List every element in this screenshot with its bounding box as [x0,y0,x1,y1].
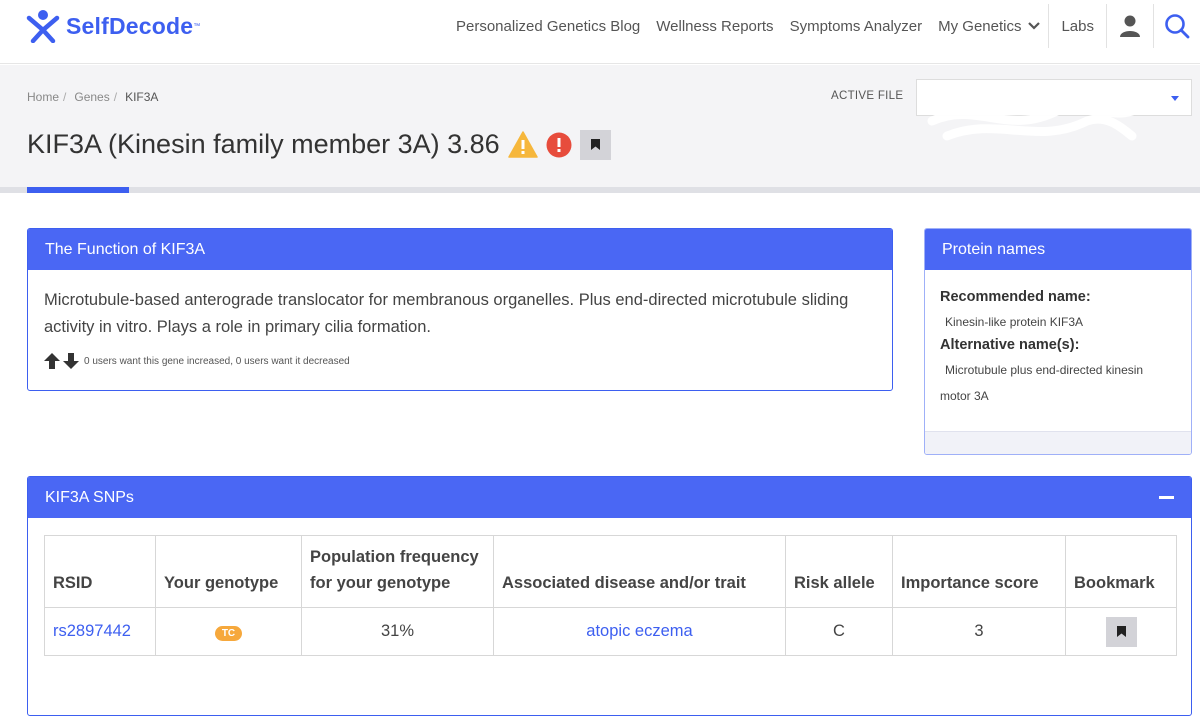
nav-my-genetics-label: My Genetics [938,17,1022,35]
selfdecode-logo[interactable]: SelfDecode ™ [26,8,200,44]
warning-icon[interactable] [507,131,538,158]
risk-allele-cell: C [785,607,893,656]
active-tab-indicator[interactable] [27,187,129,193]
alternative-name-label: Alternative name(s): [940,337,1080,353]
arrow-up-icon[interactable] [43,353,61,369]
breadcrumb-current: KIF3A [125,90,159,104]
snp-card: KIF3A SNPs RSID Your genotype Population… [27,476,1192,716]
genotype-cell: TC [155,607,302,656]
redaction-scribble [922,86,1152,141]
trait-link[interactable]: atopic eczema [586,622,692,640]
protein-card-title: Protein names [925,229,1191,270]
nav-blog[interactable]: Personalized Genetics Blog [448,0,648,52]
breadcrumb-home[interactable]: Home [27,90,59,104]
tab-strip [0,187,1200,193]
frequency-cell: 31% [301,607,494,656]
snp-table: RSID Your genotype Population frequency … [44,535,1177,656]
page-title: KIF3A (Kinesin family member 3A) 3.86 [27,129,500,159]
table-row: rs2897442 TC 31% atopic eczema C 3 [44,607,1177,656]
col-risk-allele[interactable]: Risk allele [785,535,893,608]
nav-labs[interactable]: Labs [1049,0,1106,52]
snp-card-title: KIF3A SNPs [45,488,134,506]
function-card-title: The Function of KIF3A [28,229,892,270]
logo-figure-icon [26,10,60,43]
col-importance-score[interactable]: Importance score [892,535,1066,608]
user-button[interactable] [1107,0,1153,52]
arrow-down-icon[interactable] [62,353,80,369]
top-navbar: SelfDecode ™ Personalized Genetics Blog W… [0,0,1200,64]
nav-my-genetics[interactable]: My Genetics [930,0,1048,52]
genotype-badge: TC [214,626,243,641]
breadcrumb-separator: / [63,90,67,104]
page-title-row: KIF3A (Kinesin family member 3A) 3.86 [27,129,611,160]
trademark: ™ [193,22,201,30]
search-button[interactable] [1154,0,1200,52]
votes-text: 0 users want this gene increased, 0 user… [84,355,350,367]
user-icon [1120,15,1140,37]
col-your-genotype[interactable]: Your genotype [155,535,302,608]
nav-links: Personalized Genetics Blog Wellness Repo… [448,0,1200,52]
col-bookmark: Bookmark [1065,535,1177,608]
active-file-select[interactable] [916,79,1192,141]
col-associated-trait[interactable]: Associated disease and/or trait [493,535,786,608]
recommended-name-value: Kinesin-like protein KIF3A [945,315,1084,329]
bookmark-cell [1065,607,1177,656]
bookmark-button[interactable] [579,129,611,160]
breadcrumb-genes[interactable]: Genes [74,90,109,104]
brand-name: SelfDecode [66,12,194,39]
bookmark-icon [1116,626,1126,637]
bookmark-icon [590,139,600,150]
collapse-icon[interactable] [1159,496,1174,499]
breadcrumb: Home / Genes / KIF3A [27,90,166,104]
function-card: The Function of KIF3A Microtubule-based … [27,228,893,391]
snp-table-header-row: RSID Your genotype Population frequency … [44,535,1177,608]
caret-down-icon [1171,96,1179,101]
search-icon [1165,14,1190,39]
function-description: Microtubule-based anterograde translocat… [44,291,849,336]
recommended-name-label: Recommended name: [940,289,1091,305]
nav-symptoms-analyzer[interactable]: Symptoms Analyzer [782,0,931,52]
snp-card-header: KIF3A SNPs [28,477,1191,518]
active-file-label: ACTIVE FILE [831,90,904,102]
alert-icon[interactable] [546,132,572,158]
nav-wellness-reports[interactable]: Wellness Reports [648,0,781,52]
importance-cell: 3 [892,607,1066,656]
chevron-down-icon [1028,22,1041,30]
alternative-name-value: Microtubule plus end-directed kinesin mo… [940,363,1144,403]
protein-card-footer [925,431,1191,454]
col-population-frequency[interactable]: Population frequency for your genotype [301,535,494,608]
breadcrumb-separator: / [113,90,118,104]
trait-cell: atopic eczema [493,607,786,656]
rsid-cell: rs2897442 [44,607,156,656]
gene-votes: 0 users want this gene increased, 0 user… [43,353,350,369]
row-bookmark-button[interactable] [1105,616,1137,647]
col-rsid[interactable]: RSID [44,535,156,608]
rsid-link[interactable]: rs2897442 [53,622,131,640]
page-header: Home / Genes / KIF3A ACTIVE FILE KIF3A (… [0,65,1200,193]
protein-names-card: Protein names Recommended name: Kinesin-… [924,228,1192,455]
protein-card-body: Recommended name: Kinesin-like protein K… [925,270,1191,409]
